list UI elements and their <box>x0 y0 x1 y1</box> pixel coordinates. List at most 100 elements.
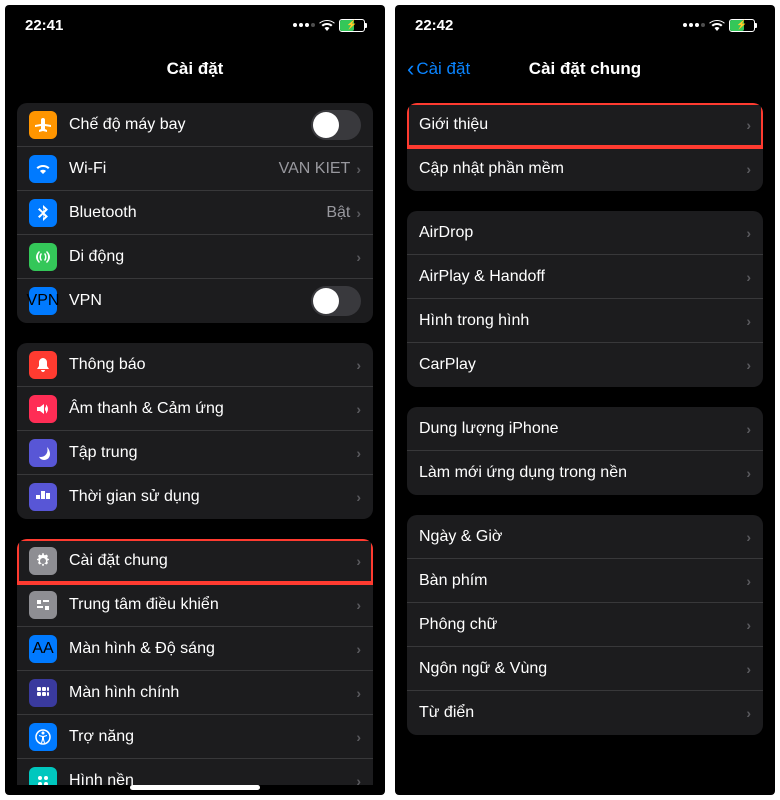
settings-row-t-p-trung[interactable]: Tập trung› <box>17 431 373 475</box>
row-label: Thông báo <box>69 356 356 374</box>
section: Giới thiệu›Cập nhật phần mềm› <box>407 103 763 191</box>
settings-row-ng-y-gi-[interactable]: Ngày & Giờ› <box>407 515 763 559</box>
section: Ngày & Giờ›Bàn phím›Phông chữ›Ngôn ngữ &… <box>407 515 763 735</box>
status-bar: 22:42 ⚡ <box>395 5 775 45</box>
settings-row-m-n-h-nh-s-ng[interactable]: AA Màn hình & Độ sáng› <box>17 627 373 671</box>
chevron-right-icon: › <box>356 401 361 417</box>
settings-row-th-i-gian-s-d-ng[interactable]: Thời gian sử dụng› <box>17 475 373 519</box>
settings-row-airdrop[interactable]: AirDrop› <box>407 211 763 255</box>
settings-row-h-nh-n-n[interactable]: Hình nền› <box>17 759 373 785</box>
wallpaper-icon <box>29 767 57 785</box>
row-label: Wi-Fi <box>69 160 279 178</box>
general-list[interactable]: Giới thiệu›Cập nhật phần mềm›AirDrop›Air… <box>395 93 775 795</box>
settings-list[interactable]: Chế độ máy bayWi-FiVAN KIET›BluetoothBật… <box>5 93 385 785</box>
wifi-icon <box>319 19 335 31</box>
row-label: AirPlay & Handoff <box>419 268 746 286</box>
chevron-right-icon: › <box>356 685 361 701</box>
row-label: CarPlay <box>419 356 746 374</box>
settings-row-wi-fi[interactable]: Wi-FiVAN KIET › <box>17 147 373 191</box>
page-title: Cài đặt chung <box>529 59 641 79</box>
chevron-right-icon: › <box>356 205 361 221</box>
chevron-right-icon: › <box>356 357 361 373</box>
settings-row-trung-t-m-i-u-khi-n[interactable]: Trung tâm điều khiển› <box>17 583 373 627</box>
control-icon <box>29 591 57 619</box>
settings-row-ng-n-ng-v-ng[interactable]: Ngôn ngữ & Vùng› <box>407 647 763 691</box>
chevron-right-icon: › <box>746 269 751 285</box>
chevron-right-icon: › <box>356 773 361 785</box>
signal-dots <box>293 23 315 27</box>
row-label: Dung lượng iPhone <box>419 420 746 438</box>
row-label: Làm mới ứng dụng trong nền <box>419 464 746 482</box>
section: AirDrop›AirPlay & Handoff›Hình trong hìn… <box>407 211 763 387</box>
row-label: Ngôn ngữ & Vùng <box>419 660 746 678</box>
airplane-icon <box>29 111 57 139</box>
settings-row-airplay-handoff[interactable]: AirPlay & Handoff› <box>407 255 763 299</box>
chevron-right-icon: › <box>356 445 361 461</box>
battery-icon: ⚡ <box>339 19 365 32</box>
vpn-icon: VPN <box>29 287 57 315</box>
sound-icon <box>29 395 57 423</box>
section: Chế độ máy bayWi-FiVAN KIET›BluetoothBật… <box>17 103 373 323</box>
settings-row-dung-l-ng-iphone[interactable]: Dung lượng iPhone› <box>407 407 763 451</box>
wifi-icon <box>709 19 725 31</box>
toggle[interactable] <box>311 286 361 316</box>
back-button[interactable]: ‹ Cài đặt <box>407 56 470 82</box>
settings-row-ch-m-y-bay[interactable]: Chế độ máy bay <box>17 103 373 147</box>
accessibility-icon <box>29 723 57 751</box>
settings-row-ph-ng-ch-[interactable]: Phông chữ› <box>407 603 763 647</box>
focus-icon <box>29 439 57 467</box>
display-icon: AA <box>29 635 57 663</box>
row-label: Âm thanh & Cảm ứng <box>69 400 356 418</box>
row-label: Màn hình & Độ sáng <box>69 640 356 658</box>
row-label: Hình trong hình <box>419 312 746 330</box>
toggle[interactable] <box>311 110 361 140</box>
chevron-right-icon: › <box>746 313 751 329</box>
status-icons: ⚡ <box>683 19 755 32</box>
chevron-right-icon: › <box>746 705 751 721</box>
row-label: Giới thiệu <box>419 116 746 134</box>
row-detail: VAN KIET <box>279 160 351 178</box>
section: Thông báo›Âm thanh & Cảm ứng›Tập trung›T… <box>17 343 373 519</box>
settings-row-b-n-ph-m[interactable]: Bàn phím› <box>407 559 763 603</box>
chevron-right-icon: › <box>356 161 361 177</box>
settings-row-l-m-m-i-ng-d-ng-trong-n-n[interactable]: Làm mới ứng dụng trong nền› <box>407 451 763 495</box>
status-bar: 22:41 ⚡ <box>5 5 385 45</box>
status-icons: ⚡ <box>293 19 365 32</box>
home-bar <box>5 785 385 795</box>
chevron-right-icon: › <box>746 161 751 177</box>
row-label: Màn hình chính <box>69 684 356 702</box>
settings-row-th-ng-b-o[interactable]: Thông báo› <box>17 343 373 387</box>
settings-row-c-p-nh-t-ph-n-m-m[interactable]: Cập nhật phần mềm› <box>407 147 763 191</box>
gear-icon <box>29 547 57 575</box>
row-label: Bàn phím <box>419 572 746 590</box>
cellular-icon <box>29 243 57 271</box>
phone-right: 22:42 ⚡ ‹ Cài đặt Cài đặt chung Giới thi… <box>395 5 775 795</box>
row-label: Trung tâm điều khiển <box>69 596 356 614</box>
settings-row--m-thanh-c-m-ng[interactable]: Âm thanh & Cảm ứng› <box>17 387 373 431</box>
chevron-right-icon: › <box>746 117 751 133</box>
settings-row-bluetooth[interactable]: BluetoothBật› <box>17 191 373 235</box>
settings-row-gi-i-thi-u[interactable]: Giới thiệu› <box>407 103 763 147</box>
settings-row-tr-n-ng[interactable]: Trợ năng› <box>17 715 373 759</box>
page-title: Cài đặt <box>167 59 224 79</box>
settings-row-c-i-t-chung[interactable]: Cài đặt chung› <box>17 539 373 583</box>
chevron-right-icon: › <box>356 729 361 745</box>
settings-row-h-nh-trong-h-nh[interactable]: Hình trong hình› <box>407 299 763 343</box>
settings-row-di-ng[interactable]: Di động› <box>17 235 373 279</box>
settings-row-vpn[interactable]: VPNVPN <box>17 279 373 323</box>
row-label: Thời gian sử dụng <box>69 488 356 506</box>
settings-row-t-i-n[interactable]: Từ điển› <box>407 691 763 735</box>
chevron-right-icon: › <box>356 597 361 613</box>
nav-header: ‹ Cài đặt Cài đặt chung <box>395 45 775 93</box>
row-label: Tập trung <box>69 444 356 462</box>
row-label: Cài đặt chung <box>69 552 356 570</box>
chevron-right-icon: › <box>746 225 751 241</box>
row-label: Di động <box>69 248 356 266</box>
chevron-right-icon: › <box>356 641 361 657</box>
status-time: 22:41 <box>25 17 63 34</box>
settings-row-carplay[interactable]: CarPlay› <box>407 343 763 387</box>
row-label: Chế độ máy bay <box>69 116 311 134</box>
nav-header: Cài đặt <box>5 45 385 93</box>
chevron-right-icon: › <box>746 573 751 589</box>
settings-row-m-n-h-nh-ch-nh[interactable]: Màn hình chính› <box>17 671 373 715</box>
